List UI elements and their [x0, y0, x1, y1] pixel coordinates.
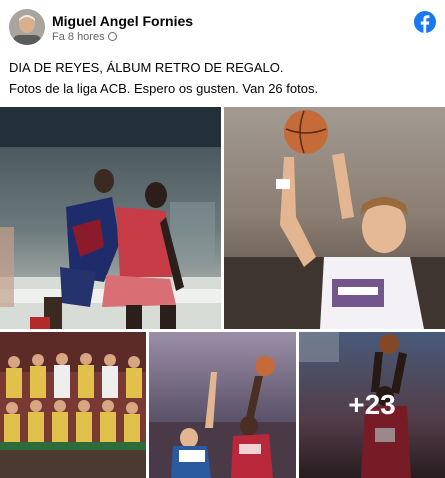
photo-4[interactable]	[149, 332, 296, 478]
post-time[interactable]: Fa 8 hores	[52, 31, 117, 43]
post-header: Miguel Angel Fornies Fa 8 hores	[0, 0, 445, 50]
photo-3[interactable]	[0, 332, 146, 478]
post-text-line-2: Fotos de la liga ACB. Espero os gusten. …	[9, 81, 319, 96]
photo-5[interactable]: +23	[299, 332, 445, 478]
post-text: DIA DE REYES, ÁLBUM RETRO DE REGALO. Fot…	[9, 57, 439, 99]
author-avatar[interactable]	[9, 9, 45, 45]
globe-icon	[107, 32, 117, 41]
author-name[interactable]: Miguel Angel Fornies	[52, 13, 193, 29]
photo-2[interactable]	[224, 107, 445, 329]
more-photos-overlay[interactable]: +23	[299, 332, 445, 478]
photo-1[interactable]	[0, 107, 221, 329]
post-text-line-1: DIA DE REYES, ÁLBUM RETRO DE REGALO.	[9, 60, 284, 75]
facebook-icon[interactable]	[414, 11, 436, 34]
post-time-text[interactable]: Fa 8 hores	[52, 31, 105, 43]
